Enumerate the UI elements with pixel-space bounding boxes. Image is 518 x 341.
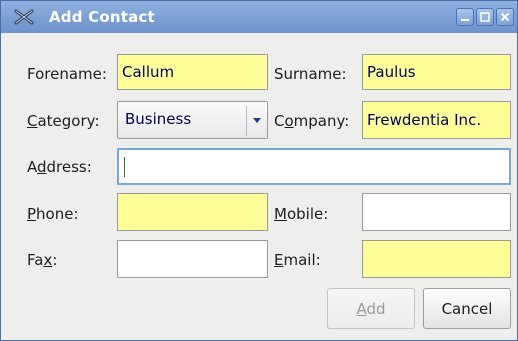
phone-field[interactable] xyxy=(117,193,268,231)
add-button-label: Add xyxy=(356,299,386,318)
company-label: Company: xyxy=(274,112,350,130)
window-title: Add Contact xyxy=(49,8,155,26)
forename-label: Forename: xyxy=(27,65,107,83)
company-field[interactable]: Frewdentia Inc. xyxy=(362,101,511,139)
add-contact-dialog: Add Contact Forename: Callum Surname: Pa… xyxy=(0,0,518,341)
maximize-icon xyxy=(480,12,490,22)
app-icon xyxy=(14,9,34,25)
dropdown-separator xyxy=(246,106,247,136)
address-field[interactable] xyxy=(117,148,511,185)
cancel-button-label: Cancel xyxy=(441,299,493,318)
minimize-icon xyxy=(461,19,469,21)
category-selected-value: Business xyxy=(125,110,192,128)
surname-label: Surname: xyxy=(274,65,347,83)
minimize-button[interactable] xyxy=(456,8,474,26)
add-button[interactable]: Add xyxy=(327,288,415,329)
close-button[interactable] xyxy=(496,8,514,26)
fax-field[interactable] xyxy=(117,240,268,278)
maximize-button[interactable] xyxy=(476,8,494,26)
category-dropdown[interactable]: Business xyxy=(117,101,268,139)
close-icon xyxy=(500,12,510,22)
mobile-field[interactable] xyxy=(362,193,511,231)
cancel-button[interactable]: Cancel xyxy=(423,288,511,329)
chevron-down-icon xyxy=(253,118,261,123)
fax-label: Fax: xyxy=(27,251,58,269)
surname-value: Paulus xyxy=(367,63,416,81)
surname-field[interactable]: Paulus xyxy=(362,54,511,90)
phone-label: Phone: xyxy=(27,205,79,223)
address-label: Address: xyxy=(27,158,92,176)
email-field[interactable] xyxy=(362,240,511,278)
company-value: Frewdentia Inc. xyxy=(367,111,482,129)
forename-value: Callum xyxy=(122,63,175,81)
title-bar[interactable]: Add Contact xyxy=(1,1,517,33)
mobile-label: Mobile: xyxy=(274,205,329,223)
category-label: Category: xyxy=(27,112,100,130)
forename-field[interactable]: Callum xyxy=(117,54,268,90)
email-label: Email: xyxy=(274,251,321,269)
text-cursor xyxy=(124,156,125,177)
